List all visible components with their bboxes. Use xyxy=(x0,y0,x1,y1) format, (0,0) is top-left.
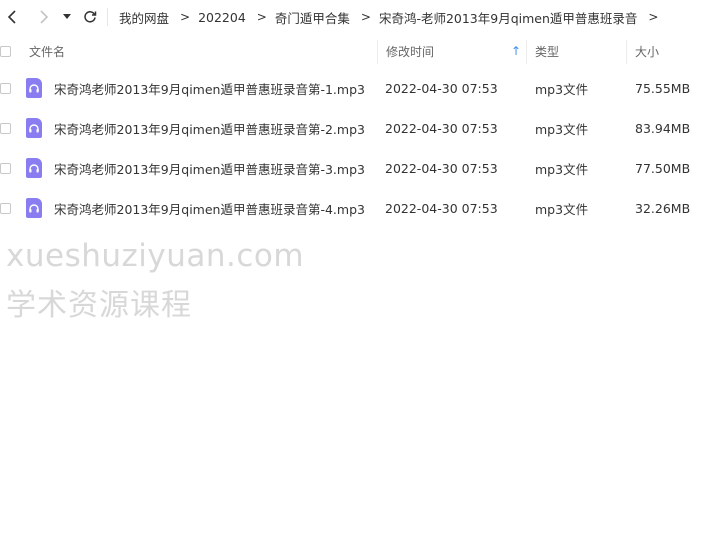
file-modified: 2022-04-30 07:53 xyxy=(385,160,498,176)
row-checkbox[interactable] xyxy=(0,188,11,228)
column-header-modified[interactable]: 修改时间 xyxy=(386,37,434,65)
watermark-url: xueshuziyuan.com xyxy=(6,238,305,274)
chevron-right-icon[interactable] xyxy=(33,6,55,28)
file-type: mp3文件 xyxy=(535,121,589,137)
breadcrumb-separator[interactable]: > xyxy=(648,10,658,24)
file-modified: 2022-04-30 07:53 xyxy=(385,80,498,96)
file-name[interactable]: 宋奇鸿老师2013年9月qimen遁甲普惠班录音第-4.mp3 xyxy=(54,188,365,228)
toolbar-divider xyxy=(107,8,108,26)
file-size: 32.26MB xyxy=(635,200,691,216)
table-row[interactable]: 宋奇鸿老师2013年9月qimen遁甲普惠班录音第-1.mp3 2022-04-… xyxy=(0,68,714,108)
file-type: mp3文件 xyxy=(535,81,589,97)
breadcrumb-separator: > xyxy=(180,10,191,24)
breadcrumb: 我的网盘 > 202204 > 奇门遁甲合集 > 宋奇鸿-老师2013年9月qi… xyxy=(119,8,666,27)
watermark-text: 学术资源课程 xyxy=(6,288,192,323)
sort-arrow-up-icon[interactable]: ↑ xyxy=(511,37,521,65)
row-checkbox[interactable] xyxy=(0,108,11,148)
breadcrumb-item-202204[interactable]: 202204 xyxy=(198,10,246,25)
file-modified: 2022-04-30 07:53 xyxy=(385,200,498,216)
breadcrumb-separator: > xyxy=(360,10,371,24)
column-divider[interactable] xyxy=(626,40,627,64)
audio-file-icon xyxy=(26,68,42,108)
select-all-checkbox[interactable] xyxy=(0,37,11,65)
row-checkbox[interactable] xyxy=(0,68,11,108)
breadcrumb-separator: > xyxy=(256,10,267,24)
caret-down-icon[interactable] xyxy=(56,6,78,28)
column-divider[interactable] xyxy=(526,40,527,64)
refresh-icon[interactable] xyxy=(79,6,101,28)
file-name[interactable]: 宋奇鸿老师2013年9月qimen遁甲普惠班录音第-2.mp3 xyxy=(54,108,365,148)
file-type: mp3文件 xyxy=(535,201,589,217)
table-row[interactable]: 宋奇鸿老师2013年9月qimen遁甲普惠班录音第-2.mp3 2022-04-… xyxy=(0,108,714,148)
column-header-size[interactable]: 大小 xyxy=(635,37,659,65)
row-checkbox[interactable] xyxy=(0,148,11,188)
table-row[interactable]: 宋奇鸿老师2013年9月qimen遁甲普惠班录音第-3.mp3 2022-04-… xyxy=(0,148,714,188)
chevron-left-icon[interactable] xyxy=(1,6,23,28)
table-header: 文件名 修改时间 ↑ 类型 大小 xyxy=(0,37,714,65)
file-size: 83.94MB xyxy=(635,120,691,136)
breadcrumb-item-root[interactable]: 我的网盘 xyxy=(119,8,169,27)
column-divider[interactable] xyxy=(377,40,378,64)
audio-file-icon xyxy=(26,108,42,148)
file-modified: 2022-04-30 07:53 xyxy=(385,120,498,136)
audio-file-icon xyxy=(26,188,42,228)
toolbar: 我的网盘 > 202204 > 奇门遁甲合集 > 宋奇鸿-老师2013年9月qi… xyxy=(0,0,714,34)
column-header-type[interactable]: 类型 xyxy=(535,37,559,65)
table-row[interactable]: 宋奇鸿老师2013年9月qimen遁甲普惠班录音第-4.mp3 2022-04-… xyxy=(0,188,714,228)
breadcrumb-item-current[interactable]: 宋奇鸿-老师2013年9月qimen遁甲普惠班录音 xyxy=(379,8,637,27)
file-size: 77.50MB xyxy=(635,160,691,176)
file-type: mp3文件 xyxy=(535,161,589,177)
column-header-name[interactable]: 文件名 xyxy=(29,37,65,65)
audio-file-icon xyxy=(26,148,42,188)
file-name[interactable]: 宋奇鸿老师2013年9月qimen遁甲普惠班录音第-3.mp3 xyxy=(54,148,365,188)
file-size: 75.55MB xyxy=(635,80,691,96)
breadcrumb-item-collection[interactable]: 奇门遁甲合集 xyxy=(275,8,350,27)
file-name[interactable]: 宋奇鸿老师2013年9月qimen遁甲普惠班录音第-1.mp3 xyxy=(54,68,365,108)
